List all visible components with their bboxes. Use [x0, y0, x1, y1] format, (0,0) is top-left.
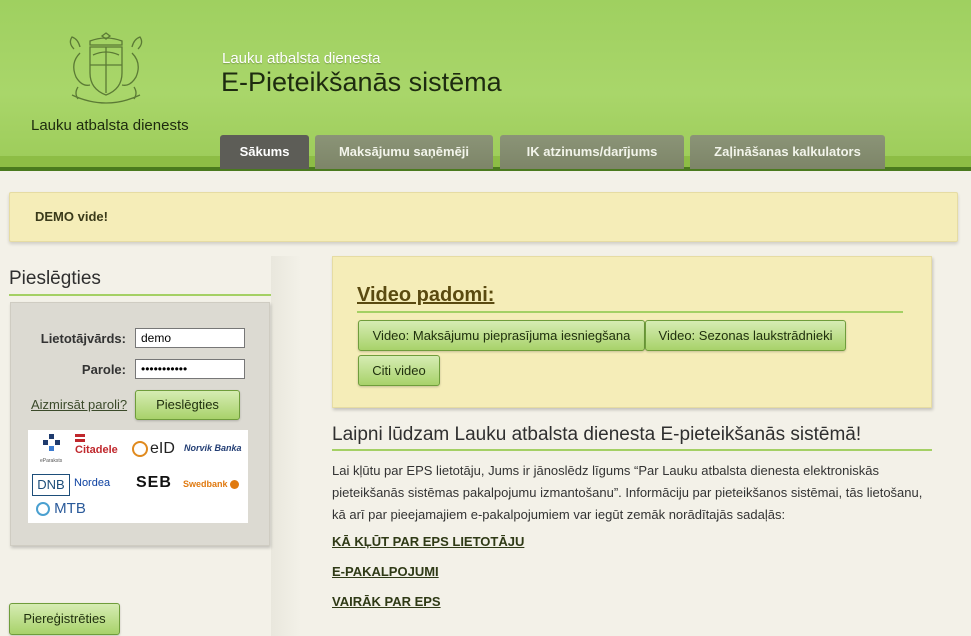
demo-notice: DEMO vide! [9, 192, 958, 242]
tab-sakums[interactable]: Sākums [220, 135, 309, 169]
norvik-logo[interactable]: Norvik Banka [184, 443, 242, 453]
eparaksts-logo[interactable]: eParaksts [40, 433, 64, 464]
eparaksts-label: eParaksts [40, 458, 63, 464]
mtb-label: MTB [54, 500, 86, 517]
username-label: Lietotājvārds: [40, 331, 126, 346]
citadele-label: Citadele [75, 444, 118, 456]
video-tips-title[interactable]: Video padomi: [357, 284, 494, 307]
bank-logos: eParaksts Citadele eID Norvik Banka DNB … [28, 430, 248, 523]
tab-zalinasanas-kalkulators[interactable]: Zaļināšanas kalkulators [690, 135, 885, 169]
seb-logo[interactable]: SEB [136, 474, 172, 492]
register-button[interactable]: Piereģistrēties [9, 603, 120, 635]
nordea-logo[interactable]: Nordea [74, 477, 110, 489]
org-name: Lauku atbalsta dienests [31, 117, 189, 134]
dnb-logo[interactable]: DNB [32, 474, 70, 496]
eid-logo[interactable]: eID [132, 440, 175, 458]
tab-maksajumu-sanemeji[interactable]: Maksājumu saņēmēji [315, 135, 493, 169]
link-e-services[interactable]: E-PAKALPOJUMI [332, 564, 439, 579]
site-title: E-Pieteikšanās sistēma [221, 67, 502, 97]
welcome-underline [332, 449, 932, 451]
login-title: Pieslēgties [9, 268, 101, 289]
login-title-underline [9, 294, 271, 296]
coat-of-arms-logo [60, 25, 152, 109]
eid-label: eID [150, 440, 175, 457]
site-subtitle: Lauku atbalsta dienesta [222, 50, 381, 67]
video-seasonal-workers-button[interactable]: Video: Sezonas laukstrādnieki [645, 320, 846, 351]
video-tips-underline [357, 311, 903, 313]
mtb-logo[interactable]: MTB [36, 500, 86, 517]
login-button[interactable]: Pieslēgties [135, 390, 240, 420]
other-videos-button[interactable]: Citi video [358, 355, 440, 386]
link-more-about-eps[interactable]: VAIRĀK PAR EPS [332, 594, 441, 609]
forgot-password-link[interactable]: Aizmirsāt paroli? [31, 397, 127, 412]
welcome-text: Lai kļūtu par EPS lietotāju, Jums ir jān… [332, 463, 923, 522]
swedbank-logo[interactable]: Swedbank [183, 479, 240, 490]
column-separator [271, 256, 301, 636]
username-input[interactable] [135, 328, 245, 348]
tab-ik-atzinums[interactable]: IK atzinums/darījums [500, 135, 684, 169]
password-label: Parole: [81, 362, 126, 377]
video-payment-request-button[interactable]: Video: Maksājumu pieprasījuma iesniegšan… [358, 320, 645, 351]
link-how-to-become-user[interactable]: KĀ KĻŪT PAR EPS LIETOTĀJU [332, 534, 524, 549]
password-input[interactable] [135, 359, 245, 379]
citadele-logo[interactable]: Citadele [75, 434, 118, 456]
welcome-title: Laipni lūdzam Lauku atbalsta dienesta E-… [332, 424, 862, 445]
demo-notice-text: DEMO vide! [35, 209, 108, 224]
swedbank-label: Swedbank [183, 479, 228, 489]
